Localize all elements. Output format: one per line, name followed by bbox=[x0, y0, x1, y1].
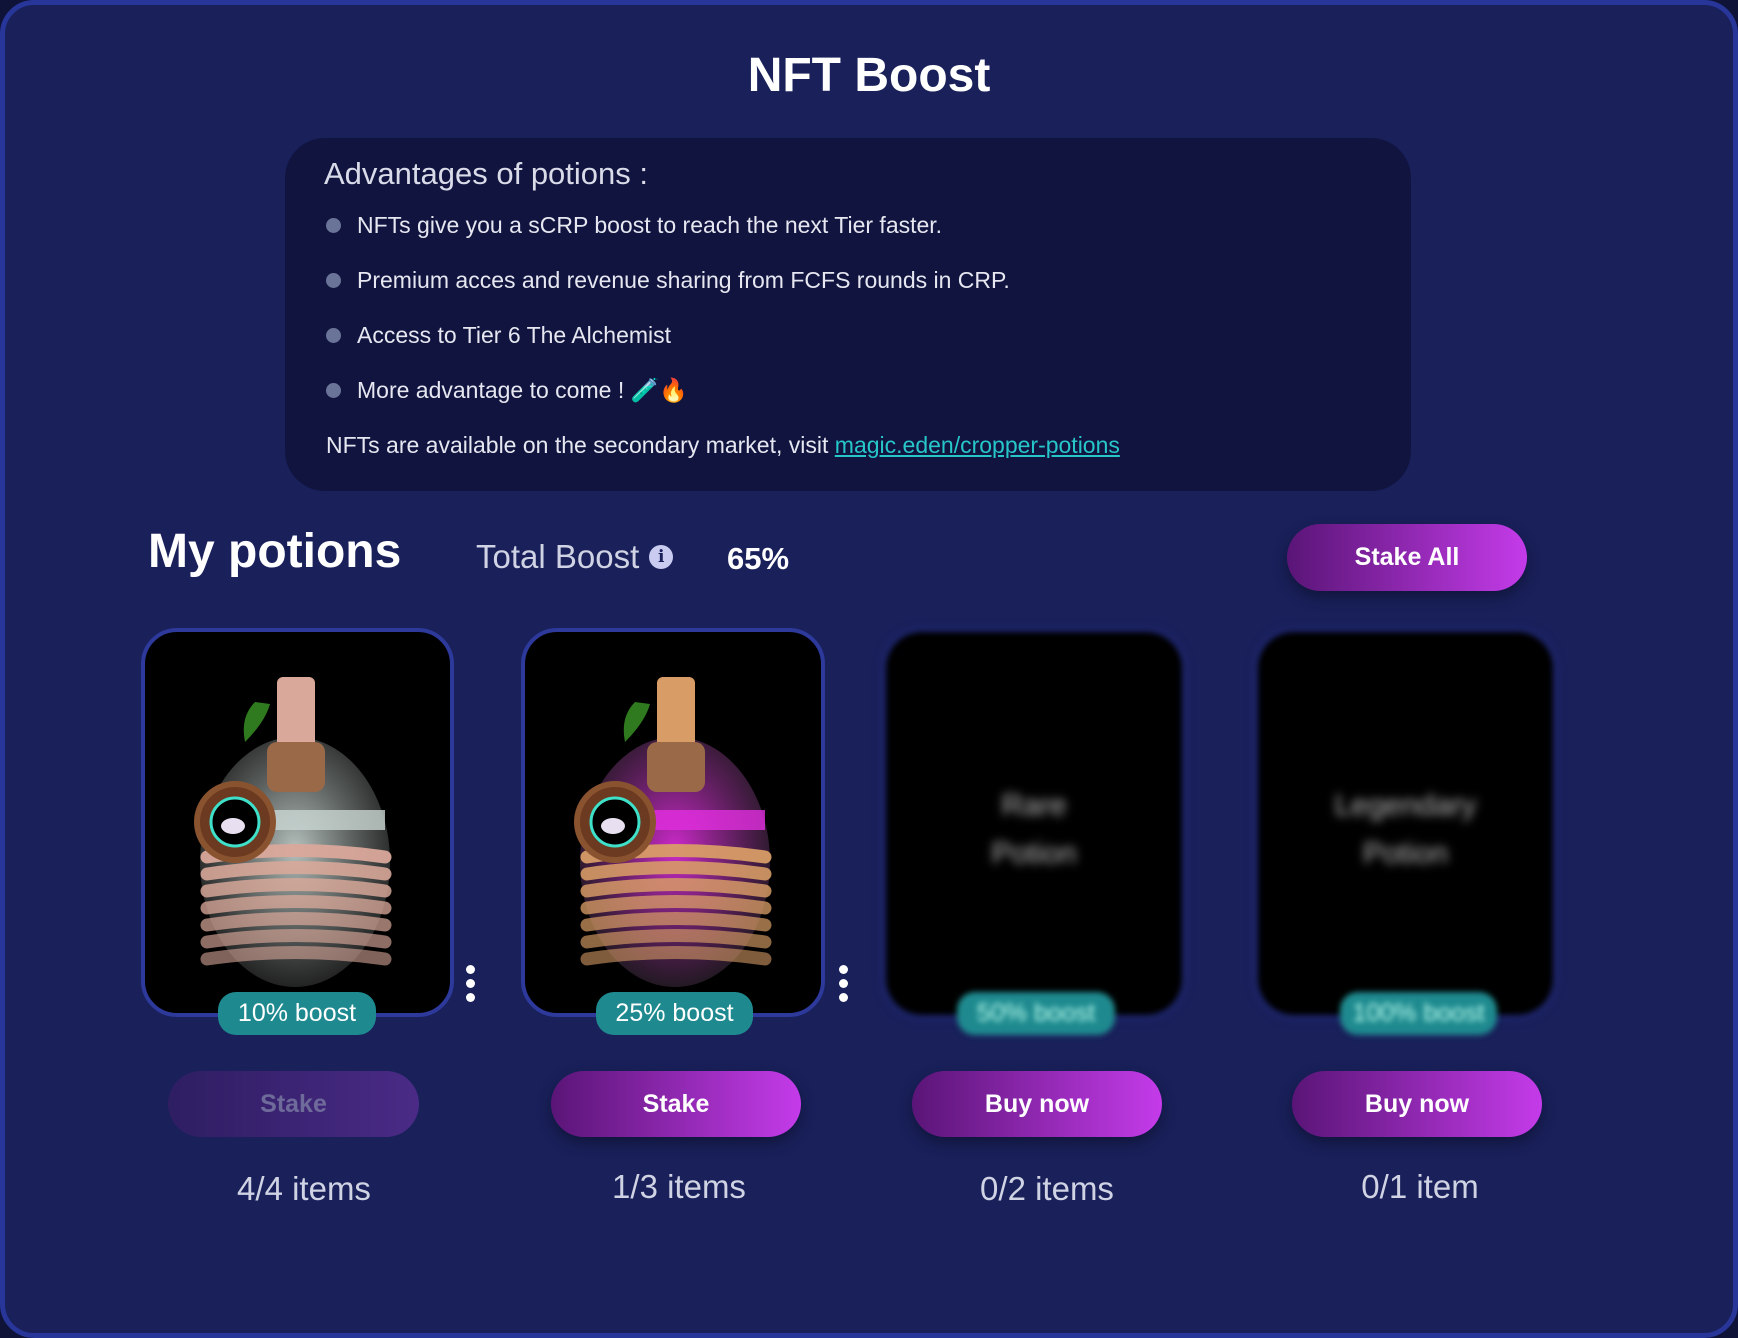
boost-badge: 100% boost bbox=[1340, 992, 1497, 1035]
buy-now-button[interactable]: Buy now bbox=[1292, 1071, 1542, 1137]
uncommon-potion-card[interactable] bbox=[521, 628, 825, 1017]
total-boost-label: Total Boost bbox=[476, 538, 640, 575]
rare-potion-card[interactable]: Rare Potion bbox=[886, 632, 1182, 1015]
advantages-heading: Advantages of potions : bbox=[324, 156, 649, 191]
items-count: 0/1 item bbox=[1361, 1168, 1479, 1205]
advantage-text: Access to Tier 6 The Alchemist bbox=[357, 322, 672, 348]
advantage-item: Access to Tier 6 The Alchemist bbox=[326, 322, 671, 349]
boost-badge: 10% boost bbox=[218, 992, 376, 1035]
bullet-icon bbox=[326, 218, 341, 233]
more-options-icon[interactable] bbox=[466, 965, 476, 1002]
bullet-icon bbox=[326, 383, 341, 398]
items-count: 0/2 items bbox=[980, 1170, 1114, 1207]
boost-badge: 50% boost bbox=[957, 992, 1115, 1035]
info-icon[interactable]: i bbox=[649, 545, 674, 569]
stake-all-button[interactable]: Stake All bbox=[1287, 524, 1527, 591]
more-options-icon[interactable] bbox=[839, 965, 849, 1002]
total-boost: Total Boost i bbox=[476, 538, 674, 576]
stake-button[interactable]: Stake bbox=[551, 1071, 801, 1137]
bullet-icon bbox=[326, 328, 341, 343]
items-count: 1/3 items bbox=[612, 1168, 746, 1205]
advantage-text: Premium acces and revenue sharing from F… bbox=[357, 267, 1010, 293]
magic-eden-link[interactable]: magic.eden/cropper-potions bbox=[835, 432, 1120, 458]
legendary-potion-card[interactable]: Legendary Potion bbox=[1258, 632, 1553, 1015]
bullet-icon bbox=[326, 273, 341, 288]
common-potion-card[interactable] bbox=[141, 628, 454, 1017]
page-title: NFT Boost bbox=[747, 49, 991, 102]
buy-now-button[interactable]: Buy now bbox=[912, 1071, 1162, 1137]
potion-name: Legendary Potion bbox=[1334, 789, 1477, 870]
potion-name: Rare Potion bbox=[991, 789, 1077, 870]
advantage-item: NFTs give you a sCRP boost to reach the … bbox=[326, 212, 942, 239]
marketplace-text: NFTs are available on the secondary mark… bbox=[326, 432, 835, 458]
advantage-item: Premium acces and revenue sharing from F… bbox=[326, 267, 1010, 294]
boost-badge: 25% boost bbox=[596, 992, 753, 1035]
advantage-text: NFTs give you a sCRP boost to reach the … bbox=[357, 212, 943, 238]
my-potions-heading: My potions bbox=[148, 525, 402, 578]
potion-image bbox=[145, 632, 450, 1013]
stake-button[interactable]: Stake bbox=[168, 1071, 419, 1137]
potion-image bbox=[525, 632, 821, 1013]
total-boost-value: 65% bbox=[727, 541, 790, 576]
items-count: 4/4 items bbox=[237, 1170, 371, 1207]
marketplace-note: NFTs are available on the secondary mark… bbox=[326, 432, 1120, 459]
advantage-item: More advantage to come ! 🧪🔥 bbox=[326, 377, 688, 404]
advantage-text: More advantage to come ! 🧪🔥 bbox=[357, 377, 688, 403]
